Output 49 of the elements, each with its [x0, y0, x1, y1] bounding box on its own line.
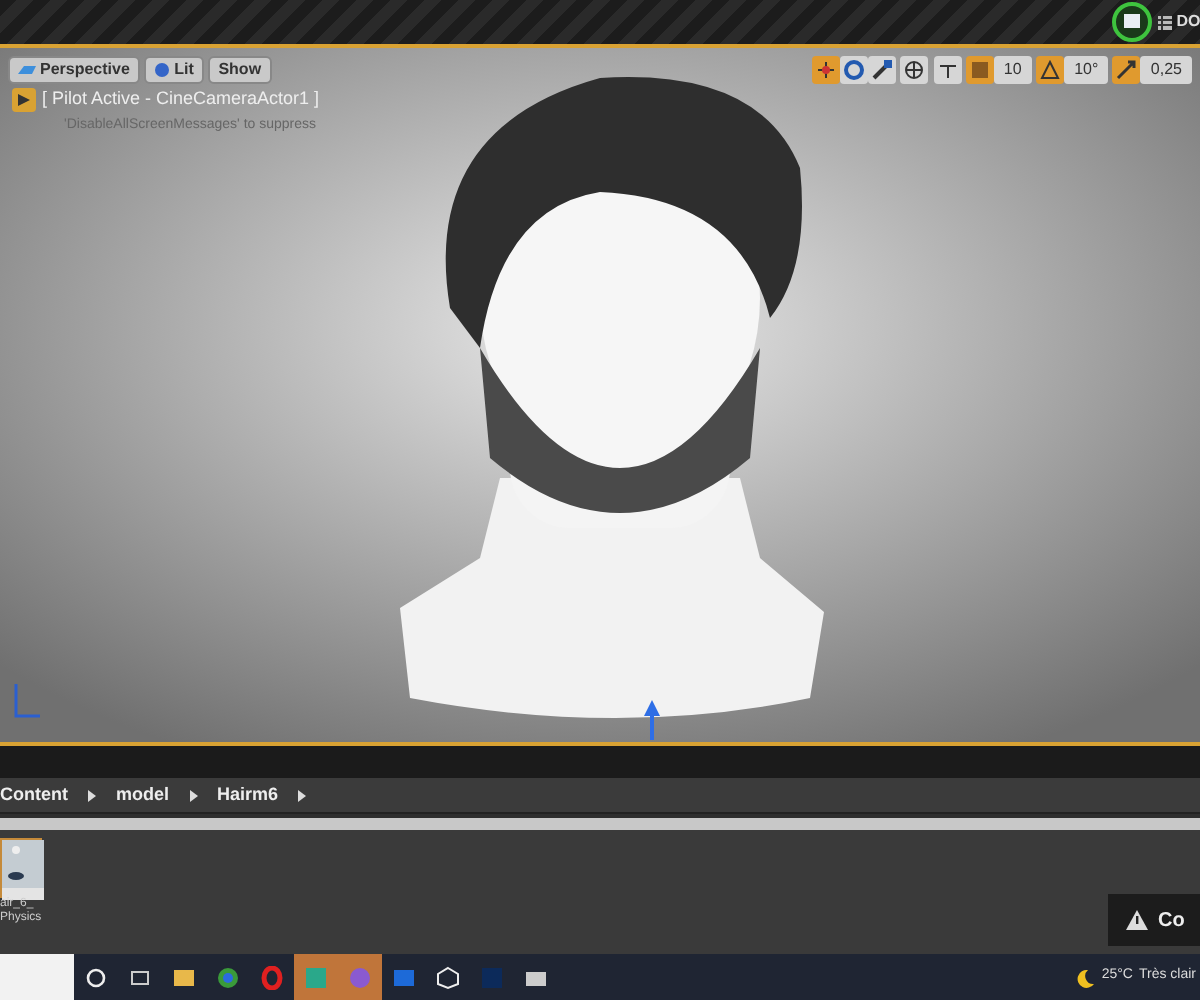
view-button[interactable]: Show [208, 56, 272, 84]
breadcrumb[interactable]: Hairm6 [217, 781, 279, 809]
app-icon [348, 965, 372, 989]
cube-icon [436, 965, 460, 989]
folder-icon [172, 965, 196, 989]
transform-button[interactable] [812, 56, 841, 84]
camera-icon[interactable] [12, 87, 36, 112]
breadcrumb[interactable]: Content [0, 781, 68, 809]
asset-thumbnail[interactable] [0, 838, 42, 898]
move-icon [816, 60, 837, 80]
scale-icon [872, 60, 893, 80]
chevron-icon[interactable] [298, 789, 307, 801]
toast-text: Co [1158, 907, 1185, 935]
snap-toggle[interactable] [1112, 56, 1141, 84]
grid-icon [1158, 15, 1172, 29]
axis-icon [12, 684, 40, 720]
snap-value[interactable]: 0,25 [1140, 56, 1192, 84]
transform-button[interactable] [840, 56, 869, 84]
snap-toggle[interactable] [1036, 56, 1065, 84]
chevron-icon[interactable] [88, 789, 96, 801]
moon-icon [1075, 967, 1096, 987]
chevron-icon[interactable] [189, 789, 198, 801]
surface-snap-button[interactable] [933, 56, 962, 84]
search-field[interactable] [0, 954, 74, 1000]
app-icon [304, 965, 328, 989]
angle-icon [1040, 60, 1061, 80]
app-icon [480, 965, 504, 989]
scale-icon [1116, 60, 1137, 80]
transform-button[interactable] [868, 56, 897, 84]
breadcrumb[interactable]: model [116, 781, 170, 809]
pilot-label: [ Pilot Active - CineCameraActor1 ] [42, 86, 320, 112]
ring-icon [260, 965, 284, 989]
warning-icon [1126, 910, 1148, 930]
grid-icon [969, 60, 990, 80]
world-button[interactable] [900, 56, 929, 84]
arrow-icon [642, 700, 662, 740]
globe-icon [904, 60, 925, 80]
snap-toggle[interactable] [965, 56, 994, 84]
snap-value[interactable]: 10 [993, 56, 1032, 84]
search-icon [84, 965, 108, 989]
view-button[interactable]: Lit [144, 56, 204, 84]
rotate-icon [844, 60, 865, 80]
view-button[interactable]: Perspective [8, 56, 140, 84]
perspective-icon [18, 64, 36, 76]
task-view-icon [128, 965, 152, 989]
snap-value[interactable]: 10° [1064, 56, 1109, 84]
mode-icon[interactable] [1112, 2, 1152, 42]
sphere-icon [154, 62, 171, 78]
tab-label[interactable]: DO [1176, 10, 1200, 34]
